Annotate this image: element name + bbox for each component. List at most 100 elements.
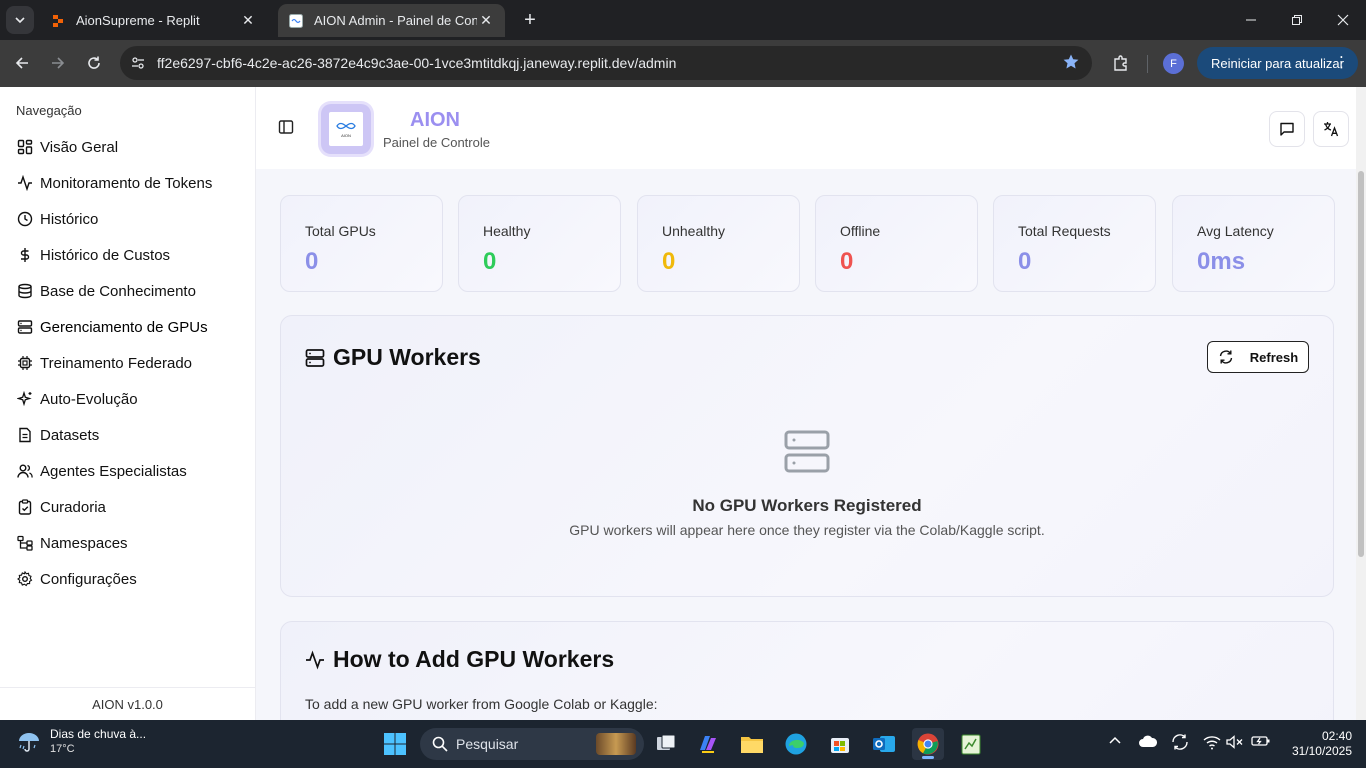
language-button[interactable] [1313,111,1349,147]
sidebar-item-base-conhecimento[interactable]: Base de Conhecimento [16,273,246,309]
browser-tab-aion-admin[interactable]: AION Admin - Painel de Controle ✕ [278,4,505,37]
sidebar-item-label: Treinamento Federado [40,354,193,372]
clock-time: 02:40 [1321,729,1352,743]
restore-window-button[interactable] [1274,0,1320,40]
cpu-icon [16,354,34,372]
restore-icon [1292,15,1302,25]
activity-icon [305,649,327,671]
sync-tray[interactable] [1171,734,1189,755]
close-tab-icon[interactable]: ✕ [239,12,257,30]
dollar-icon [16,246,34,264]
browser-tab-replit[interactable]: AionSupreme - Replit ✕ [40,4,267,37]
scrollbar-thumb[interactable] [1358,171,1364,557]
extensions-button[interactable] [1108,50,1134,76]
folder-icon [741,737,763,753]
onedrive-tray[interactable] [1138,734,1158,753]
stat-card-avg-latency: Avg Latency 0ms [1172,195,1335,292]
sidebar-item-label: Curadoria [40,498,106,516]
edge-app[interactable] [780,728,812,760]
sidebar-heading: Navegação [16,103,82,118]
battery-tray[interactable] [1251,734,1271,753]
profile-avatar[interactable]: F [1163,53,1184,74]
sidebar-item-curadoria[interactable]: Curadoria [16,489,246,525]
edge-icon [785,733,807,755]
restart-to-update-button[interactable]: Reiniciar para atualizar ⋮ [1197,47,1358,79]
reload-button[interactable] [81,50,107,76]
notes-app[interactable] [955,728,987,760]
store-app[interactable] [824,728,856,760]
start-button[interactable] [379,728,411,760]
more-menu-icon[interactable]: ⋮ [1334,54,1349,72]
refresh-button[interactable]: Refresh [1207,341,1309,373]
sidebar-item-label: Namespaces [40,534,128,552]
sparkles-icon [16,390,34,408]
outlook-app[interactable] [868,728,900,760]
logo-mark: AION [329,112,363,146]
toolbar-separator [1147,55,1148,73]
sidebar-item-label: Visão Geral [40,138,119,156]
bookmark-star-icon[interactable] [1062,53,1080,76]
sidebar-item-auto-evolucao[interactable]: Auto-Evolução [16,381,246,417]
taskbar-clock[interactable]: 02:40 31/10/2025 [1280,729,1352,759]
replit-favicon-icon [50,13,66,29]
sidebar-item-label: Histórico [40,210,99,228]
m365-app[interactable] [692,728,724,760]
new-tab-button[interactable]: + [518,8,542,32]
minimize-window-button[interactable] [1228,0,1274,40]
sidebar-item-configuracoes[interactable]: Configurações [16,561,246,597]
arrow-left-icon [15,57,28,69]
stat-card-offline: Offline 0 [815,195,978,292]
tab-title: AION Admin - Painel de Controle [314,13,477,28]
sidebar-item-monitoramento-tokens[interactable]: Monitoramento de Tokens [16,165,246,201]
languages-icon [1324,122,1339,137]
close-icon [1337,14,1349,26]
sidebar-item-historico-custos[interactable]: Histórico de Custos [16,237,246,273]
weather-description: Dias de chuva à... [50,727,147,741]
how-to-intro: To add a new GPU worker from Google Cola… [305,696,658,712]
site-info-icon[interactable] [124,49,152,77]
sidebar: Navegação Visão Geral Monitoramento de T… [0,87,256,720]
back-button[interactable] [9,50,35,76]
close-window-button[interactable] [1320,0,1366,40]
clipboard-check-icon [16,498,34,516]
chrome-icon [917,733,939,755]
sidebar-item-namespaces[interactable]: Namespaces [16,525,246,561]
close-tab-icon[interactable]: ✕ [477,12,495,30]
cloud-icon [1139,735,1158,747]
page-title: AION [410,109,460,131]
sidebar-item-visao-geral[interactable]: Visão Geral [16,129,246,165]
file-explorer-app[interactable] [736,728,768,760]
infinity-icon [336,122,356,130]
sidebar-toggle-icon[interactable] [278,119,296,137]
chat-button[interactable] [1269,111,1305,147]
sidebar-item-gerenciamento-gpus[interactable]: Gerenciamento de GPUs [16,309,246,345]
gear-icon [16,570,34,588]
stat-label: Offline [840,223,881,239]
stat-value: 0 [840,248,854,275]
stat-value: 0ms [1197,248,1246,275]
arrow-right-icon [52,57,65,69]
stat-value: 0 [305,248,319,275]
weather-widget[interactable]: Dias de chuva à... 17°C [16,727,146,757]
taskbar-search[interactable]: Pesquisar [420,728,644,760]
store-icon [831,738,849,753]
tab-search-button[interactable] [6,6,34,34]
volume-tray[interactable] [1226,734,1244,755]
sidebar-item-datasets[interactable]: Datasets [16,417,246,453]
taskbar: Dias de chuva à... 17°C Pesquisar 02:40 … [0,720,1366,768]
sidebar-item-treinamento-federado[interactable]: Treinamento Federado [16,345,246,381]
forward-button[interactable] [45,50,71,76]
sidebar-item-historico[interactable]: Histórico [16,201,246,237]
gpu-workers-title: GPU Workers [305,344,481,371]
clock-date: 31/10/2025 [1291,744,1352,758]
chrome-app[interactable] [912,728,944,760]
task-view-button[interactable] [650,728,682,760]
wifi-tray[interactable] [1203,734,1221,755]
sidebar-item-agentes-especialistas[interactable]: Agentes Especialistas [16,453,246,489]
page-subtitle: Painel de Controle [383,135,490,150]
show-hidden-icons[interactable] [1108,734,1122,753]
address-bar[interactable]: ff2e6297-cbf6-4c2e-ac26-3872e4c9c3ae-00-… [120,46,1092,80]
page-scrollbar[interactable] [1356,87,1366,720]
browser-toolbar: ff2e6297-cbf6-4c2e-ac26-3872e4c9c3ae-00-… [0,40,1366,87]
refresh-icon [1219,350,1232,364]
